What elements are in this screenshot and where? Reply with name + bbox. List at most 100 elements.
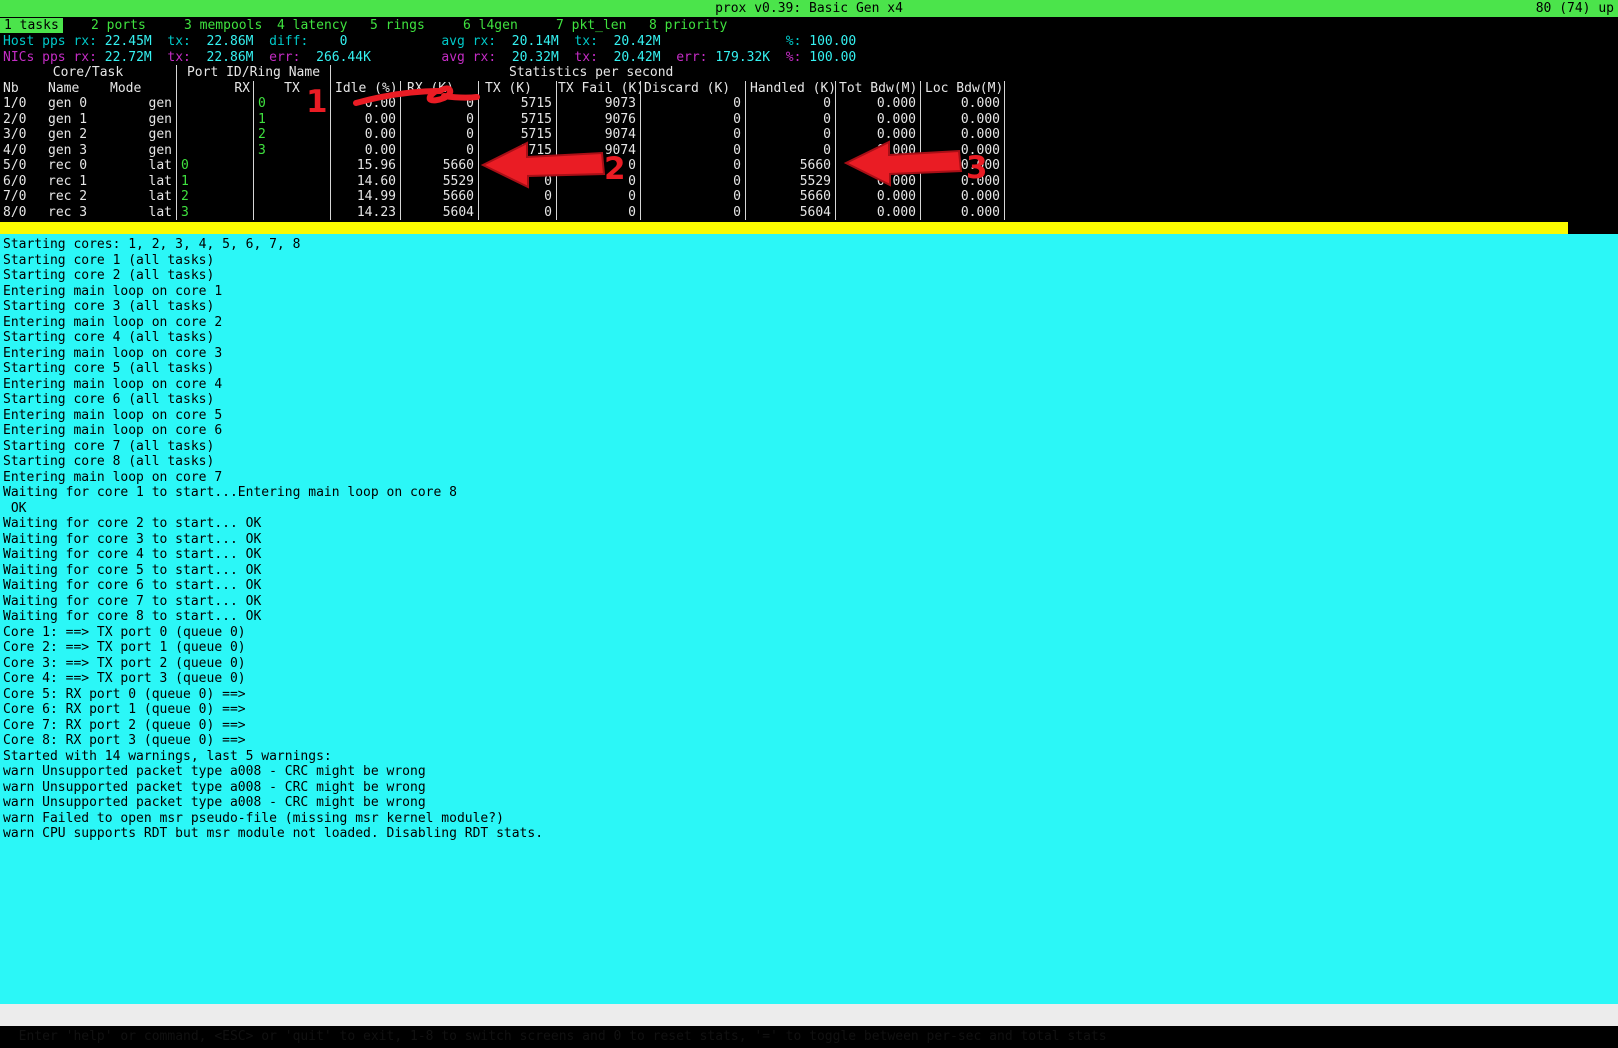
cell: 0.00 xyxy=(330,143,400,159)
host-stats-line: Host pps rx: 22.45M tx: 22.86M diff: 0 a… xyxy=(0,34,1618,50)
column-header-11: Tot Bdw(M) xyxy=(835,81,920,97)
log-line: Waiting for core 5 to start... OK xyxy=(3,563,1618,579)
cell: 1 xyxy=(253,112,330,128)
log-line: warn Unsupported packet type a008 - CRC … xyxy=(3,780,1618,796)
cell: 0 xyxy=(478,158,556,174)
cell: lat xyxy=(110,205,176,221)
log-line: OK xyxy=(3,501,1618,517)
stat-segment: avg rx: xyxy=(347,34,511,49)
cell: 1/0 xyxy=(0,96,45,112)
table-row: 8/0rec 3lat314.23560400056040.0000.000 xyxy=(0,205,1005,221)
cell: 9074 xyxy=(556,143,640,159)
stats-table: Core/Task Port ID/Ring Name Statistics p… xyxy=(0,65,1005,220)
uptime-counter: 80 (74) up xyxy=(1536,0,1614,17)
cell: 0.00 xyxy=(330,127,400,143)
tab-2-ports[interactable]: 2 ports xyxy=(88,18,181,33)
log-line: Waiting for core 4 to start... OK xyxy=(3,547,1618,563)
log-line: Starting core 3 (all tasks) xyxy=(3,299,1618,315)
log-line: Started with 14 warnings, last 5 warning… xyxy=(3,749,1618,765)
cell: 0.000 xyxy=(920,205,1005,221)
log-line: warn Unsupported packet type a008 - CRC … xyxy=(3,795,1618,811)
cell: 0.000 xyxy=(920,158,1005,174)
tab-label: 8 priority xyxy=(649,18,727,33)
tab-6-l4gen[interactable]: 6 l4gen xyxy=(460,18,553,33)
log-line: Waiting for core 7 to start... OK xyxy=(3,594,1618,610)
cell: 5715 xyxy=(478,112,556,128)
cell: 2 xyxy=(176,189,253,205)
cell: 14.60 xyxy=(330,174,400,190)
cell xyxy=(176,143,253,159)
log-line: Starting core 5 (all tasks) xyxy=(3,361,1618,377)
log-line: Starting core 1 (all tasks) xyxy=(3,253,1618,269)
log-line: Starting core 8 (all tasks) xyxy=(3,454,1618,470)
stat-segment: tx: xyxy=(152,34,207,49)
cell: 7/0 xyxy=(0,189,45,205)
tab-5-rings[interactable]: 5 rings xyxy=(367,18,460,33)
cell: gen 1 xyxy=(45,112,110,128)
cell: 0 xyxy=(556,158,640,174)
stat-segment: %: xyxy=(661,34,810,49)
stat-segment: 20.14M xyxy=(512,34,559,49)
cell: 0 xyxy=(640,127,745,143)
nics-stats-line: NICs pps rx: 22.72M tx: 22.86M err: 266.… xyxy=(0,50,1618,66)
column-header-6: RX (K) xyxy=(400,81,478,97)
log-line: Entering main loop on core 5 xyxy=(3,408,1618,424)
tab-4-latency[interactable]: 4 latency xyxy=(274,18,367,33)
cell: gen 3 xyxy=(45,143,110,159)
cell: 0.00 xyxy=(330,112,400,128)
separator-row xyxy=(0,222,1618,234)
log-line: Starting core 4 (all tasks) xyxy=(3,330,1618,346)
column-header-9: Discard (K) xyxy=(640,81,745,97)
cell xyxy=(253,174,330,190)
cell: 0 xyxy=(640,96,745,112)
cell: 5715 xyxy=(478,96,556,112)
stat-segment: 100.00 xyxy=(809,34,856,49)
cell: 0 xyxy=(556,174,640,190)
log-line: Entering main loop on core 7 xyxy=(3,470,1618,486)
tab-8-priority[interactable]: 8 priority xyxy=(646,18,739,33)
tab-label: 4 latency xyxy=(277,18,347,33)
cell: 0.000 xyxy=(920,127,1005,143)
cell: 0 xyxy=(400,143,478,159)
cell: 6/0 xyxy=(0,174,45,190)
tab-label: 3 mempools xyxy=(184,18,262,33)
column-header-7: TX (K) xyxy=(478,81,556,97)
cell: 0 xyxy=(478,174,556,190)
cell: 3/0 xyxy=(0,127,45,143)
stat-segment: 20.42M xyxy=(614,34,661,49)
cell: rec 0 xyxy=(45,158,110,174)
tab-7-pkt_len[interactable]: 7 pkt_len xyxy=(553,18,646,33)
log-line: Starting core 2 (all tasks) xyxy=(3,268,1618,284)
tab-1-tasks[interactable]: 1 tasks xyxy=(0,18,88,33)
stat-segment: rx: xyxy=(73,50,104,65)
tab-label: 2 ports xyxy=(91,18,146,33)
cell: 0 xyxy=(745,96,835,112)
stat-segment: err: xyxy=(254,50,317,65)
cell: 0.000 xyxy=(920,174,1005,190)
stat-segment: diff: xyxy=(254,34,340,49)
log-line: Starting core 6 (all tasks) xyxy=(3,392,1618,408)
log-line: Core 1: ==> TX port 0 (queue 0) xyxy=(3,625,1618,641)
column-header-5: Idle (%) xyxy=(330,81,400,97)
stat-segment: 22.72M xyxy=(105,50,152,65)
cell: 0 xyxy=(556,205,640,221)
stat-segment: 22.45M xyxy=(105,34,152,49)
log-line: Core 6: RX port 1 (queue 0) ==> xyxy=(3,702,1618,718)
cell: 0 xyxy=(556,189,640,205)
window-title: prox v0.39: Basic Gen x4 xyxy=(715,1,903,16)
tab-label: 6 l4gen xyxy=(463,18,518,33)
cell: 0 xyxy=(253,96,330,112)
table-body: 1/0gen 0gen00.00057159073000.0000.0002/0… xyxy=(0,96,1005,220)
cell: gen xyxy=(110,127,176,143)
cell: 5660 xyxy=(400,158,478,174)
tab-3-mempools[interactable]: 3 mempools xyxy=(181,18,274,33)
cell: 2 xyxy=(253,127,330,143)
cell: 5715 xyxy=(478,143,556,159)
cell: lat xyxy=(110,189,176,205)
cell: 0 xyxy=(400,112,478,128)
cell xyxy=(253,158,330,174)
stat-segment: 20.32M xyxy=(512,50,559,65)
tab-label: 7 pkt_len xyxy=(556,18,626,33)
stat-segment: 179.32K xyxy=(715,50,770,65)
cell: 0.000 xyxy=(835,158,920,174)
